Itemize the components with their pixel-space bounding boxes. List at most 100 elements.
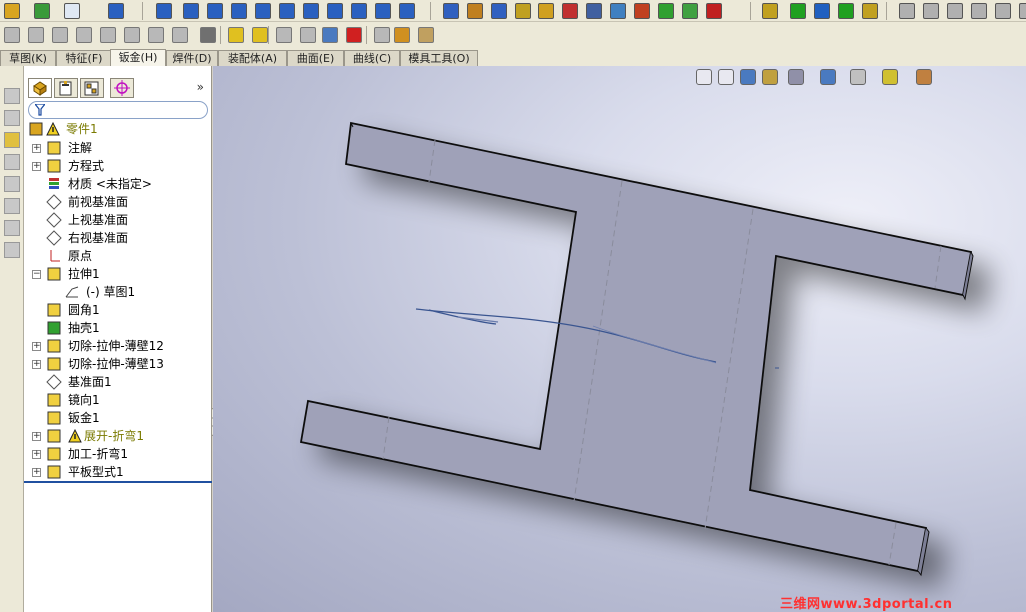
command-tab-1[interactable]: 特征(F)	[56, 50, 112, 66]
shaded-box5-icon[interactable]	[995, 3, 1011, 19]
collapse-toggle[interactable]: −	[32, 270, 41, 279]
tree-filter-input[interactable]	[28, 101, 208, 119]
tree-item[interactable]: + 注解	[24, 139, 212, 157]
command-tab-2[interactable]: 钣金(H)	[110, 49, 166, 66]
miter-flange-icon[interactable]	[52, 27, 68, 43]
expand-toggle[interactable]: +	[32, 450, 41, 459]
graphics-area[interactable]	[213, 66, 1026, 612]
command-tab-6[interactable]: 曲线(C)	[344, 50, 400, 66]
sheet-metal-icon[interactable]	[228, 27, 244, 43]
base-flange-icon[interactable]	[4, 27, 20, 43]
view-left-icon[interactable]	[231, 3, 247, 19]
expand-toggle[interactable]: +	[32, 162, 41, 171]
jog-icon[interactable]	[100, 27, 116, 43]
view-dimetric-icon[interactable]	[375, 3, 391, 19]
view-iso-icon[interactable]	[327, 3, 343, 19]
corner-relief-icon[interactable]	[172, 27, 188, 43]
sketch-tool-icon[interactable]	[762, 3, 778, 19]
rip-icon[interactable]	[374, 27, 390, 43]
view-top-icon[interactable]	[279, 3, 295, 19]
shaded-box1-icon[interactable]	[899, 3, 915, 19]
check-icon[interactable]	[538, 3, 554, 19]
new-part-icon[interactable]	[4, 3, 20, 19]
insert-bends-icon[interactable]	[394, 27, 410, 43]
fillet-tool-icon[interactable]	[862, 3, 878, 19]
expand-toggle[interactable]: +	[32, 432, 41, 441]
view-front-icon[interactable]	[183, 3, 199, 19]
mass-props-icon[interactable]	[634, 3, 650, 19]
h-shaped-sheet-body[interactable]	[299, 121, 973, 573]
d-icon[interactable]	[4, 154, 20, 170]
tree-item[interactable]: 原点	[24, 247, 212, 265]
feature-tree-tab[interactable]	[28, 78, 52, 98]
view-trimetric-icon[interactable]	[351, 3, 367, 19]
shaded-box2-icon[interactable]	[923, 3, 939, 19]
dimxpert-manager-tab[interactable]	[110, 78, 134, 98]
grid-icon[interactable]	[108, 3, 124, 19]
star-icon[interactable]	[838, 3, 854, 19]
measure-icon[interactable]	[467, 3, 483, 19]
fold-icon[interactable]	[300, 27, 316, 43]
convert-icon[interactable]	[252, 27, 268, 43]
tree-item[interactable]: + 平板型式1	[24, 463, 212, 481]
tree-item[interactable]: 钣金1	[24, 409, 212, 427]
tree-item[interactable]: 材质 <未指定>	[24, 175, 212, 193]
rollback-bar[interactable]	[24, 481, 212, 483]
unfold-icon[interactable]	[276, 27, 292, 43]
e-icon[interactable]	[4, 176, 20, 192]
tree-item[interactable]: + 切除-拉伸-薄壁12	[24, 337, 212, 355]
forming-tool-icon[interactable]	[418, 27, 434, 43]
sketched-bend-icon[interactable]	[124, 27, 140, 43]
insert-icon[interactable]	[156, 3, 172, 19]
tree-item[interactable]: 上视基准面	[24, 211, 212, 229]
rebuild-icon[interactable]	[34, 3, 50, 19]
expand-panel-button[interactable]: »	[197, 80, 204, 94]
tree-item[interactable]: + 方程式	[24, 157, 212, 175]
tree-item[interactable]: 抽壳1	[24, 319, 212, 337]
sum-icon[interactable]	[586, 3, 602, 19]
part-model[interactable]	[213, 66, 1026, 612]
select-icon[interactable]	[64, 3, 80, 19]
shaded-box4-icon[interactable]	[971, 3, 987, 19]
point-icon[interactable]	[814, 3, 830, 19]
command-tab-4[interactable]: 装配体(A)	[218, 50, 287, 66]
command-tab-5[interactable]: 曲面(E)	[287, 50, 344, 66]
configuration-manager-tab[interactable]	[80, 78, 104, 98]
line-icon[interactable]	[790, 3, 806, 19]
no-bends-icon[interactable]	[346, 27, 362, 43]
f-icon[interactable]	[4, 198, 20, 214]
tree-item[interactable]: 右视基准面	[24, 229, 212, 247]
g-icon[interactable]	[4, 220, 20, 236]
view-back-icon[interactable]	[207, 3, 223, 19]
break-corner-icon[interactable]	[200, 27, 216, 43]
flatten-icon[interactable]	[322, 27, 338, 43]
tree-item[interactable]: + 展开-折弯1	[24, 427, 212, 445]
view-right-icon[interactable]	[255, 3, 271, 19]
sketch-view-icon[interactable]	[4, 132, 20, 148]
normal-to-icon[interactable]	[399, 3, 415, 19]
spell-check-icon[interactable]	[443, 3, 459, 19]
tree-item[interactable]: + 加工-折弯1	[24, 445, 212, 463]
note-icon[interactable]	[515, 3, 531, 19]
expand-toggle[interactable]: +	[32, 144, 41, 153]
edge-flange-icon[interactable]	[28, 27, 44, 43]
shaded-box6-icon[interactable]	[1019, 3, 1026, 19]
sensor-icon[interactable]	[658, 3, 674, 19]
expand-toggle[interactable]: +	[32, 468, 41, 477]
tree-item[interactable]: 基准面1	[24, 373, 212, 391]
dimension-icon[interactable]	[491, 3, 507, 19]
shaded-box3-icon[interactable]	[947, 3, 963, 19]
hem-icon[interactable]	[76, 27, 92, 43]
tree-item[interactable]: + 切除-拉伸-薄壁13	[24, 355, 212, 373]
ok-icon[interactable]	[682, 3, 698, 19]
command-tab-0[interactable]: 草图(K)	[0, 50, 56, 66]
tree-root-part[interactable]: 零件1	[28, 120, 208, 138]
table-icon[interactable]	[610, 3, 626, 19]
h-icon[interactable]	[4, 242, 20, 258]
tree-item[interactable]: 镜向1	[24, 391, 212, 409]
b-icon[interactable]	[4, 110, 20, 126]
expand-toggle[interactable]: +	[32, 342, 41, 351]
stop-icon[interactable]	[562, 3, 578, 19]
tree-item[interactable]: (-) 草图1	[24, 283, 212, 301]
expand-toggle[interactable]: +	[32, 360, 41, 369]
